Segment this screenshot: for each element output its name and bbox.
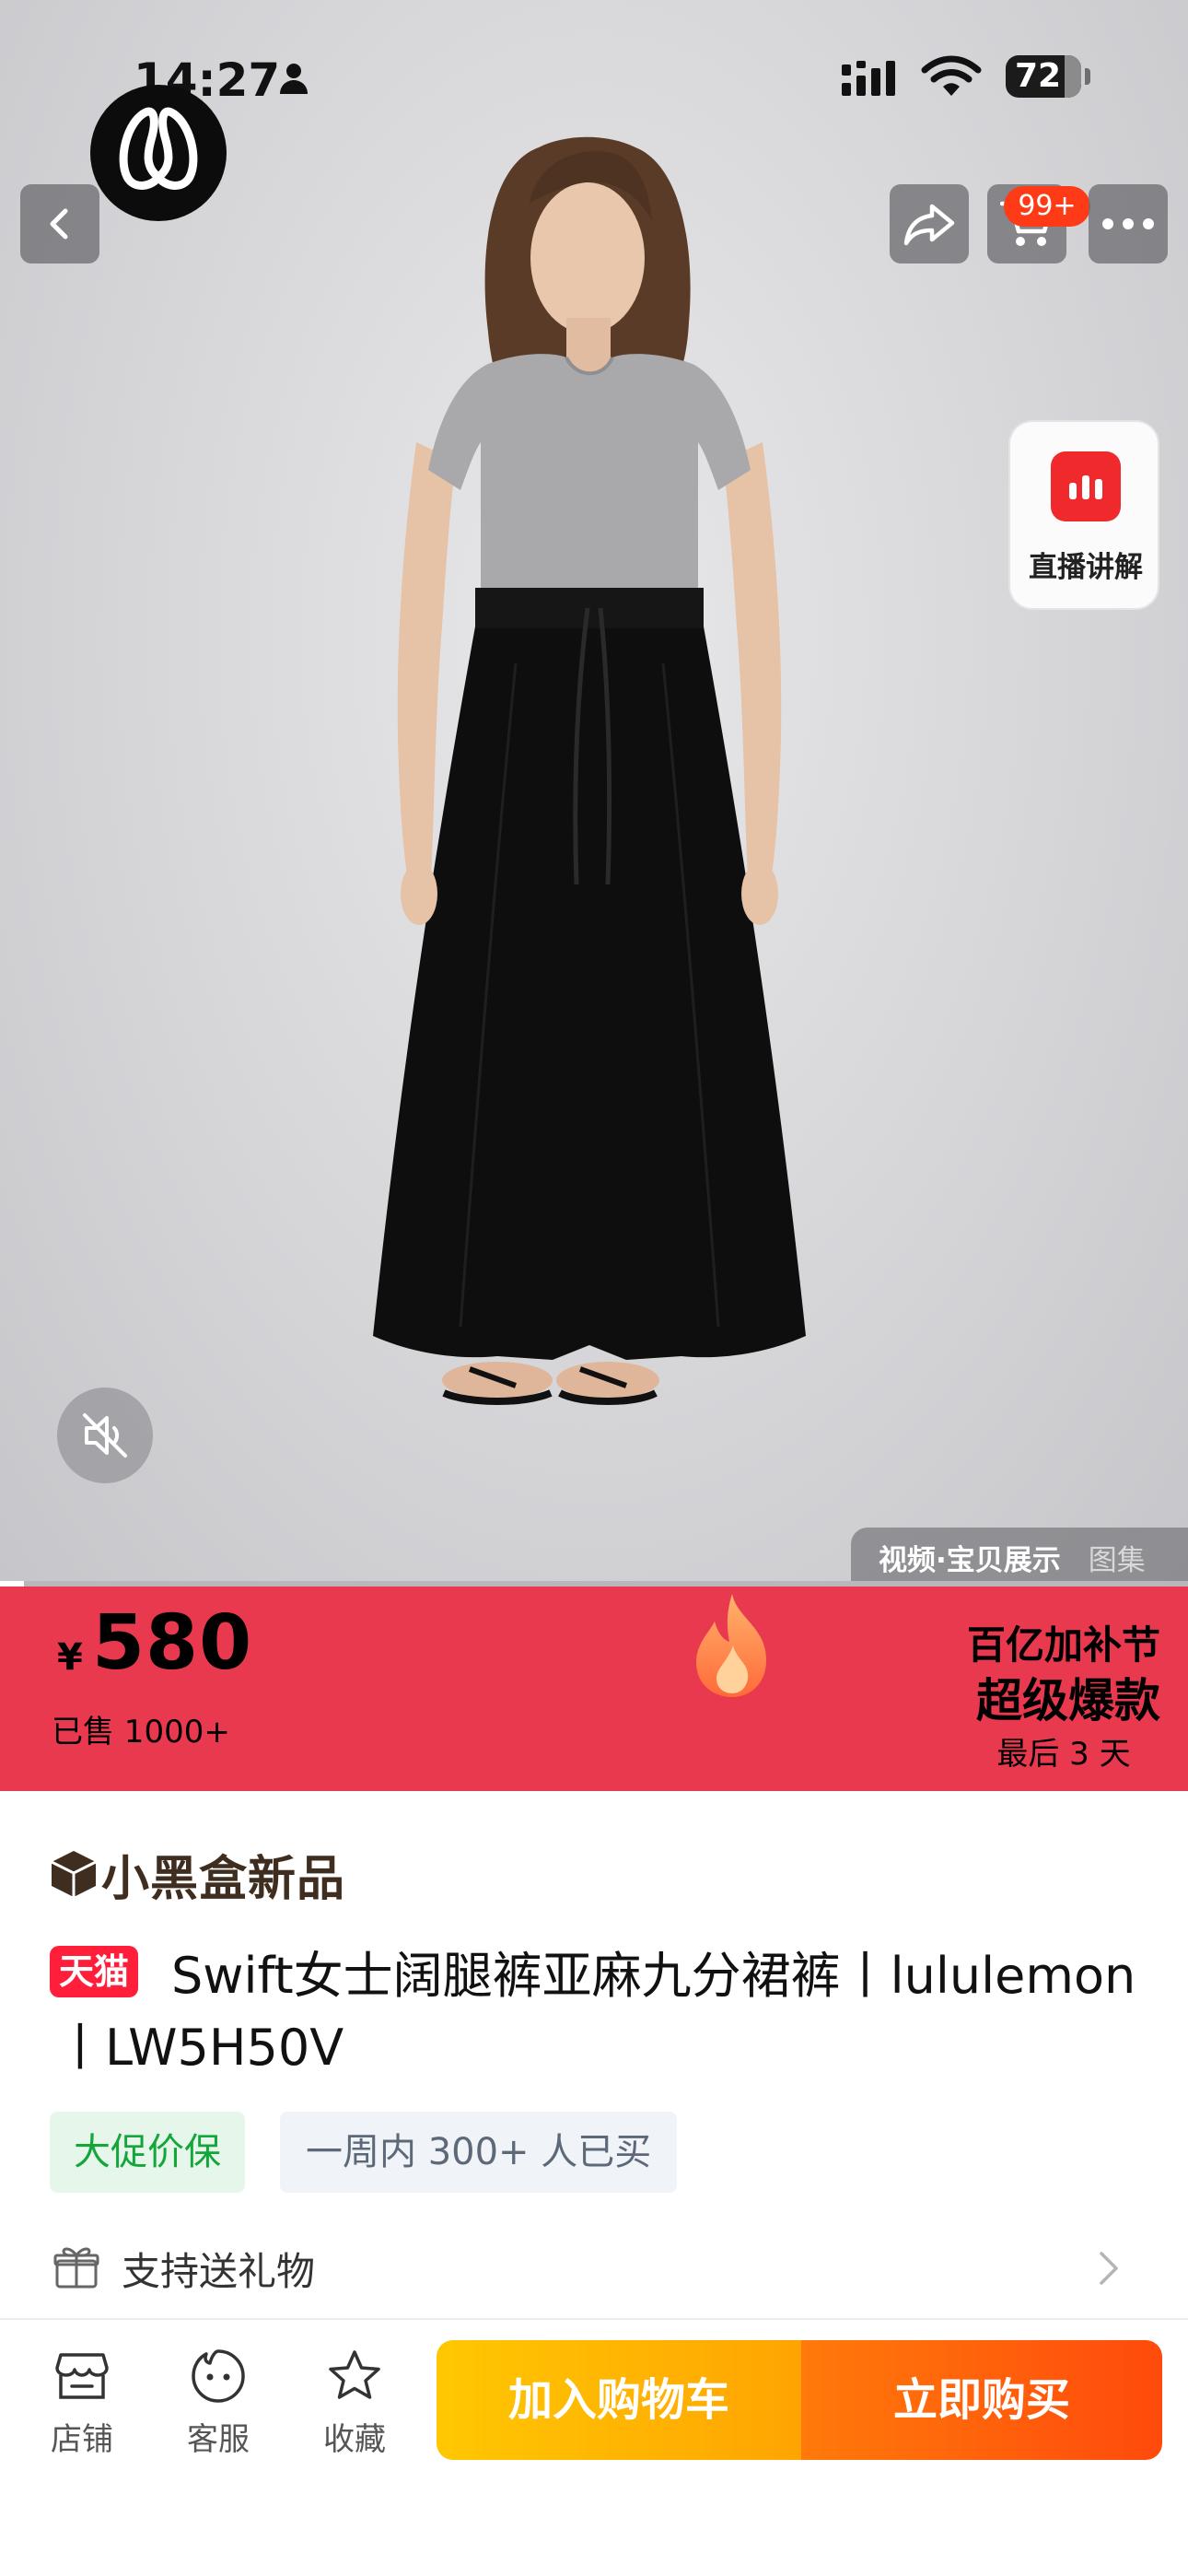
more-button[interactable] — [1089, 184, 1168, 263]
product-photo-model — [373, 136, 806, 1405]
sold-count: 已售 1000+ — [52, 1714, 230, 1751]
battery-level: 72 — [1015, 57, 1062, 95]
media-tabs: 视频·宝贝展示 图集 — [851, 1528, 1188, 1587]
tab-gallery[interactable]: 图集 — [1089, 1537, 1146, 1578]
store-label: 店铺 — [51, 2421, 113, 2458]
speaker-muted-icon — [83, 1413, 127, 1458]
live-explain-button[interactable]: 直播讲解 — [1008, 420, 1159, 610]
live-bars-icon — [1051, 451, 1121, 521]
gift-support-label: 支持送礼物 — [122, 2249, 316, 2294]
more-icon — [1102, 218, 1154, 229]
battery-icon: 72 — [1006, 55, 1081, 98]
gift-icon — [53, 2247, 99, 2289]
chevron-right-icon — [1100, 2252, 1118, 2285]
live-explain-label: 直播讲解 — [1029, 551, 1143, 584]
store-button[interactable]: 店铺 — [31, 2348, 133, 2467]
weekly-sales-tag: 一周内 300+ 人已买 — [280, 2112, 678, 2193]
signal-icon — [842, 61, 895, 96]
cart-count-badge: 99+ — [1004, 186, 1090, 227]
new-product-brand: 小黑盒新品 — [50, 1846, 345, 1907]
customer-service-button[interactable]: 客服 — [168, 2348, 269, 2467]
promo-countdown: 最后 3 天 — [996, 1736, 1131, 1773]
new-product-label: 小黑盒新品 — [101, 1851, 346, 1907]
price-currency: ¥ — [57, 1636, 83, 1679]
gift-support-row[interactable]: 支持送礼物 — [0, 2222, 1188, 2311]
person-icon — [280, 64, 308, 94]
store-icon — [55, 2353, 109, 2399]
lululemon-logo — [90, 85, 227, 221]
price-value: 580 — [92, 1599, 253, 1687]
customer-service-label: 客服 — [187, 2421, 250, 2458]
customer-service-icon — [192, 2349, 245, 2403]
share-button[interactable] — [890, 184, 969, 263]
tmall-badge: 天猫 — [50, 1946, 139, 1997]
promo-price-protect-tag[interactable]: 大促价保 — [50, 2112, 245, 2193]
wifi-icon — [921, 55, 982, 96]
promo-festival-label: 百亿加补节 — [966, 1622, 1160, 1668]
star-icon — [329, 2350, 380, 2399]
battery-tip — [1085, 68, 1090, 85]
buy-now-button[interactable]: 立即购买 — [801, 2340, 1162, 2460]
product-title: Swift女士阔腿裤亚麻九分裙裤丨lululemon丨LW5H50V — [55, 1947, 1136, 2077]
tab-video-display[interactable]: 视频·宝贝展示 — [879, 1537, 1061, 1578]
promo-hot-label: 超级爆款 — [976, 1674, 1160, 1727]
mute-button[interactable] — [57, 1388, 153, 1483]
share-icon — [903, 204, 955, 246]
battery-empty-area — [1065, 55, 1081, 98]
back-button[interactable] — [20, 184, 99, 263]
add-to-cart-button[interactable]: 加入购物车 — [437, 2340, 801, 2460]
flame-icon — [696, 1594, 766, 1697]
back-icon — [50, 208, 68, 240]
box-icon — [51, 1851, 97, 1897]
favorite-button[interactable]: 收藏 — [304, 2348, 405, 2467]
favorite-label: 收藏 — [323, 2421, 386, 2458]
product-detail-page: 14:27 72 99+ 直播讲解 视频·宝贝展示 图集 ¥ 580 已售 10… — [0, 0, 1188, 2576]
product-media-viewer[interactable]: 14:27 72 99+ 直播讲解 视频·宝贝展示 图集 — [0, 0, 1188, 1587]
